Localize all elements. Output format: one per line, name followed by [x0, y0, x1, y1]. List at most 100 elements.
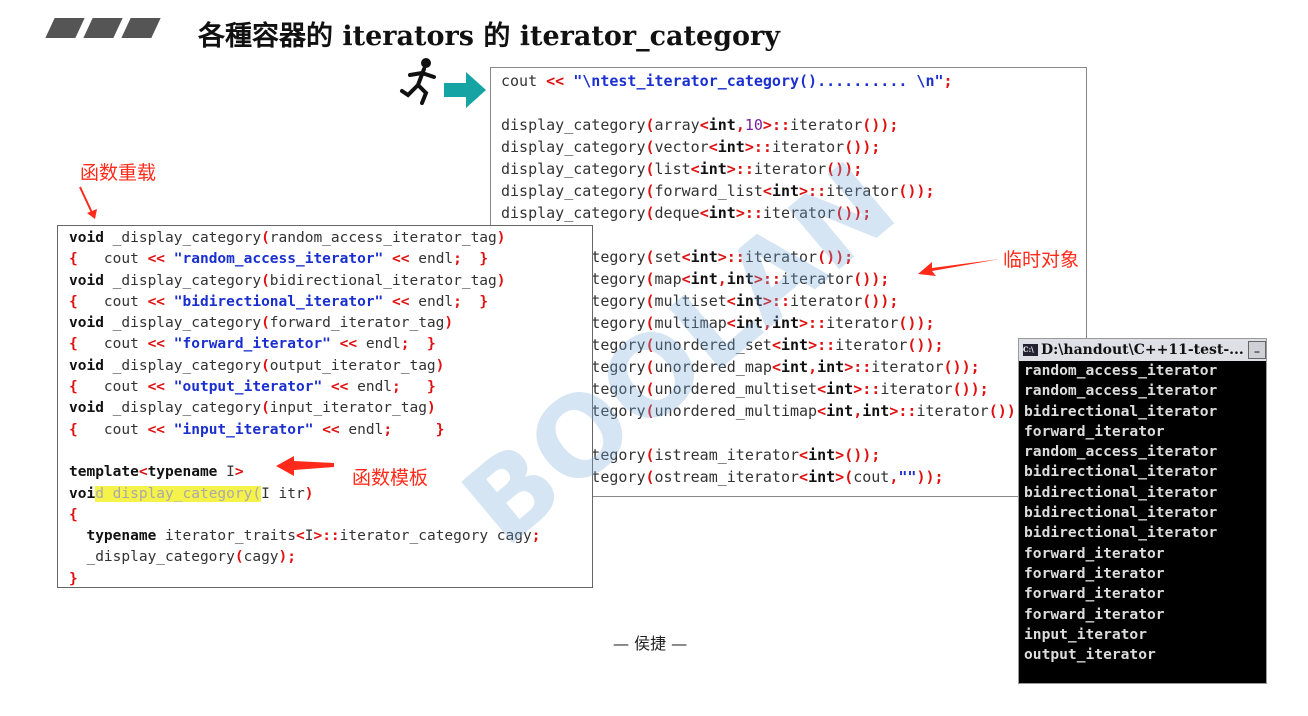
console-line: random_access_iterator: [1024, 443, 1218, 461]
code-line: }: [69, 569, 592, 587]
code-token: I itr: [261, 485, 305, 502]
console-line: bidirectional_iterator: [1024, 524, 1218, 542]
code-token: <<: [147, 251, 166, 268]
code-token: ,: [762, 314, 772, 332]
code-token: <: [708, 138, 718, 156]
code-token: iterator: [780, 270, 854, 288]
console-line: forward_iterator: [1024, 544, 1165, 562]
code-token: iterator_category cagy: [339, 528, 532, 545]
code-token: cout: [77, 379, 148, 396]
code-token: int: [708, 204, 736, 222]
code-token: >::: [853, 380, 881, 398]
code-token: array: [654, 116, 700, 134]
code-token: ());: [853, 270, 890, 288]
code-token: ;: [453, 293, 462, 310]
code-token: <: [296, 528, 305, 545]
code-token: <<: [147, 379, 166, 396]
code-token: }: [400, 379, 436, 396]
code-token: display_category: [501, 160, 646, 178]
code-token: ());: [835, 204, 872, 222]
code-token: multimap: [654, 314, 727, 332]
code-line: display_category(list<int>::iterator());: [501, 158, 1086, 180]
code-token: <<: [322, 421, 340, 438]
console-title-bar[interactable]: C:\ D:\handout\C++11-test-... _: [1019, 339, 1266, 361]
code-token: >: [835, 468, 845, 486]
code-token: unordered_multiset: [654, 380, 818, 398]
code-token: ): [435, 357, 445, 374]
code-token: (: [261, 400, 270, 417]
code-token: _display_category: [103, 400, 262, 417]
code-token: deque: [654, 204, 700, 222]
code-token: 10: [744, 116, 763, 134]
code-token: cagy: [243, 549, 279, 566]
code-token: cout: [853, 468, 890, 486]
code-token: ,: [735, 116, 745, 134]
code-token: ,: [853, 402, 863, 420]
code-token: iterator: [753, 160, 827, 178]
code-token: unordered_map: [654, 358, 772, 376]
code-token: >::: [313, 528, 340, 545]
code-token: display_category: [501, 182, 646, 200]
code-token: ());: [862, 292, 899, 310]
code-token: unordered_set: [654, 336, 772, 354]
code-token: (: [645, 402, 655, 420]
code-token: int: [808, 468, 836, 486]
code-token: input_iterator_tag: [269, 400, 427, 417]
code-token: <<: [147, 336, 166, 353]
code-token: <: [681, 248, 691, 266]
code-token: I: [217, 464, 235, 481]
code-token: iterator: [835, 336, 908, 354]
code-token: ): [426, 400, 436, 417]
code-token: (: [645, 204, 655, 222]
code-line: void _display_category(forward_iterator_…: [69, 313, 592, 334]
console-output: random_access_iterator random_access_iter…: [1019, 361, 1266, 665]
code-token: int: [780, 358, 809, 376]
code-token: ,: [808, 358, 818, 376]
code-token: <: [726, 292, 736, 310]
code-token: <: [726, 314, 736, 332]
code-token: void: [69, 357, 104, 374]
code-token: <<: [330, 379, 349, 396]
code-token: (: [645, 116, 655, 134]
code-token: endl: [348, 379, 393, 396]
code-token: int: [717, 138, 745, 156]
code-token: ());: [898, 182, 935, 200]
code-token: map: [654, 270, 682, 288]
console-line: forward_iterator: [1024, 564, 1165, 582]
code-token: (: [645, 160, 655, 178]
code-line: display_category(vector<int>::iterator()…: [501, 136, 1086, 158]
code-token: ): [496, 272, 506, 289]
code-token: cout: [77, 251, 148, 268]
code-token: ;: [943, 72, 953, 90]
code-token: iterator: [790, 292, 863, 310]
code-token: >: [234, 464, 244, 481]
code-line: void display_category(I itr): [69, 484, 592, 505]
code-token: <: [699, 116, 709, 134]
code-token: iterator: [826, 182, 899, 200]
code-token: int: [690, 270, 718, 288]
code-token: {: [69, 506, 78, 523]
code-line: void _display_category(bidirectional_ite…: [69, 271, 592, 292]
console-line: random_access_iterator: [1024, 382, 1218, 400]
code-token: <<: [147, 293, 166, 310]
code-token: <: [762, 182, 772, 200]
console-line: forward_iterator: [1024, 585, 1165, 603]
code-line: { cout << "forward_iterator" << endl; }: [69, 334, 592, 355]
red-arrow-left-template: [276, 456, 334, 476]
code-token: int: [808, 446, 836, 464]
code-token: voi: [69, 485, 96, 502]
code-token: ());: [844, 138, 881, 156]
red-arrow-down: [79, 186, 97, 219]
minimize-button[interactable]: _: [1248, 341, 1266, 359]
console-line: bidirectional_iterator: [1024, 402, 1218, 420]
red-arrow-left-temp: [918, 259, 1000, 276]
code-token: (: [645, 314, 655, 332]
slide-title: 各種容器的 iterators 的 iterator_category: [198, 21, 780, 52]
code-token: bidirectional_iterator_tag: [269, 272, 497, 289]
code-token: "output_iterator": [165, 379, 331, 396]
title-decoration: [45, 18, 161, 38]
code-token: iterator: [744, 248, 818, 266]
code-token: "bidirectional_iterator": [165, 293, 393, 310]
console-title: D:\handout\C++11-test-...: [1041, 342, 1244, 358]
